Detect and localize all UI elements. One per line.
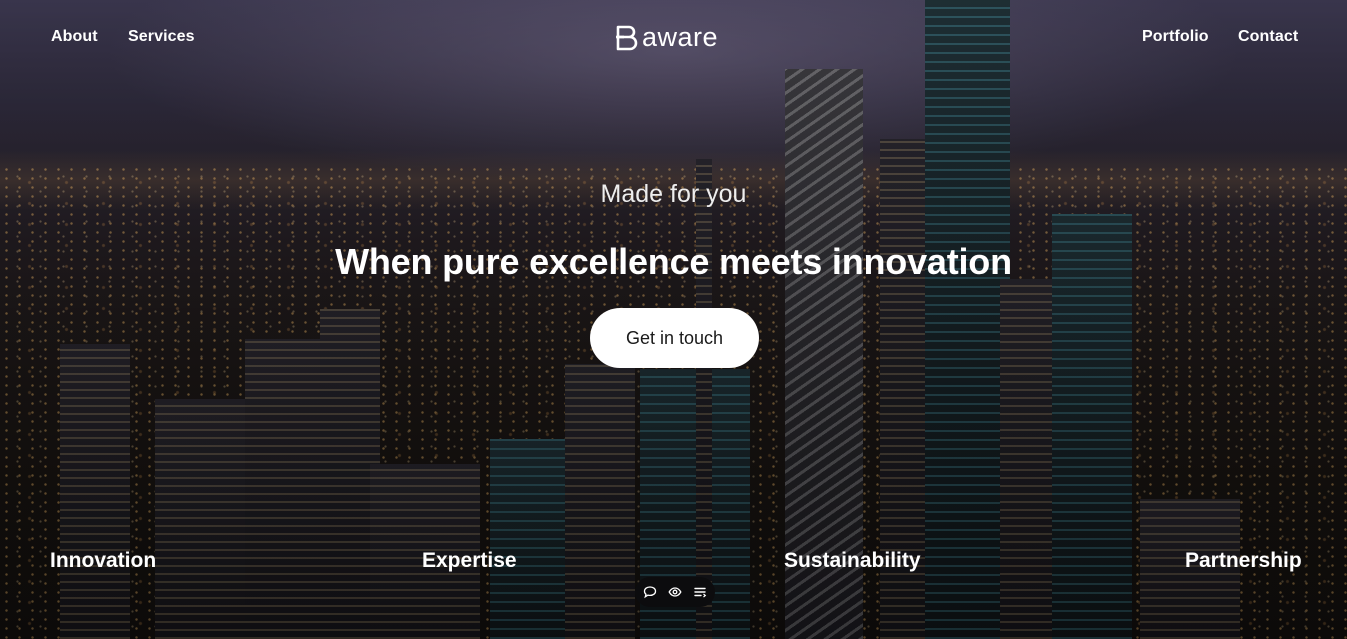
feature-innovation: Innovation xyxy=(50,549,157,572)
feature-partnership: Partnership xyxy=(1185,549,1302,572)
brand-logo[interactable]: aware xyxy=(614,20,718,54)
hero-headline: When pure excellence meets innovation xyxy=(335,241,1012,282)
list-icon[interactable] xyxy=(690,582,710,602)
floating-toolbar xyxy=(635,577,715,607)
nav-services-link[interactable]: Services xyxy=(128,28,195,46)
nav-about-link[interactable]: About xyxy=(51,28,98,46)
b-monogram-icon xyxy=(616,25,638,51)
nav-contact-link[interactable]: Contact xyxy=(1238,28,1298,46)
get-in-touch-button[interactable]: Get in touch xyxy=(590,308,759,368)
top-nav: About Services aware Portfolio Contact xyxy=(0,0,1347,75)
nav-portfolio-link[interactable]: Portfolio xyxy=(1142,28,1209,46)
hero-tagline: Made for you xyxy=(600,180,747,208)
eye-icon[interactable] xyxy=(665,582,685,602)
feature-sustainability: Sustainability xyxy=(784,549,921,572)
feature-expertise: Expertise xyxy=(422,549,517,572)
comment-icon[interactable] xyxy=(640,582,660,602)
logo-text: aware xyxy=(642,22,719,52)
